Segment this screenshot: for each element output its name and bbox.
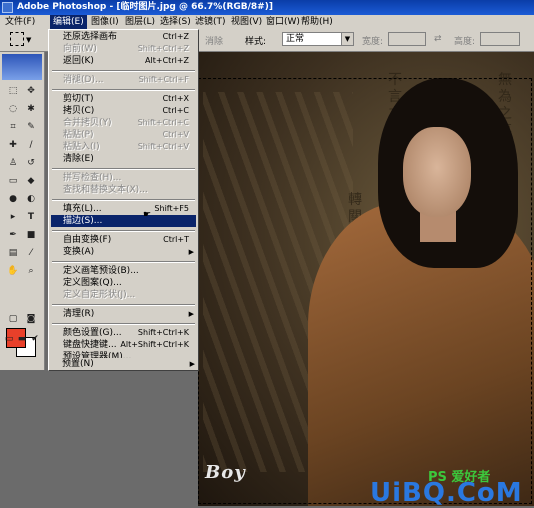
menu-bar: 文件(F) 编辑(E) 图像(I) 图层(L) 选择(S) 滤镜(T) 视图(V… — [0, 15, 534, 30]
menu-item-copy-merged[interactable]: 合并拷贝(Y) Shift+Ctrl+C — [51, 117, 196, 129]
menu-item-preferences-label: 预置(N) — [62, 359, 94, 369]
height-field[interactable] — [480, 32, 520, 46]
menu-select[interactable]: 选择(S) — [157, 15, 194, 29]
menu-item-keyboard-shortcuts[interactable]: 键盘快捷键... Alt+Shift+Ctrl+K — [51, 339, 196, 351]
photoshop-app-icon — [2, 2, 13, 13]
feather-logo[interactable] — [2, 54, 42, 80]
quickmask-standard-icon[interactable]: ▢ — [6, 312, 20, 326]
submenu-arrow-icon: ▶ — [188, 310, 194, 318]
menu-help[interactable]: 帮助(H) — [298, 15, 336, 29]
menu-item-paste[interactable]: 粘贴(P) Ctrl+V — [51, 129, 196, 141]
document-canvas[interactable]: 不言之教於 無為之事物 轉關 — [198, 52, 534, 506]
menu-item-define-shape[interactable]: 定义自定形状(J)... — [51, 289, 196, 301]
screen-mode-full-menu-icon[interactable]: ▬ — [15, 332, 29, 346]
menu-item-fill[interactable]: 填充(L)... Shift+F5 — [51, 203, 196, 215]
crop-icon[interactable]: ⌗ — [6, 120, 20, 134]
swap-icon[interactable]: ⇄ — [434, 34, 442, 44]
width-field[interactable] — [388, 32, 426, 46]
boy-watermark: Boy — [205, 462, 246, 483]
move-icon[interactable]: ✥ — [24, 84, 38, 98]
slice-icon[interactable]: ✎ — [24, 120, 38, 134]
eyedropper-icon[interactable]: ⁄ — [24, 246, 38, 260]
lasso-icon[interactable]: ◌ — [6, 102, 20, 116]
submenu-arrow-icon: ▶ — [188, 248, 194, 256]
menu-separator — [52, 261, 195, 263]
type-icon[interactable]: T — [24, 210, 38, 224]
menu-item-clear[interactable]: 清除(E) — [51, 153, 196, 165]
menu-item-step-forward[interactable]: 向前(W) Shift+Ctrl+Z — [51, 43, 196, 55]
menu-item-copy[interactable]: 拷贝(C) Ctrl+C — [51, 105, 196, 117]
menu-item-stroke[interactable]: 描边(S)... — [51, 215, 196, 227]
eraser-icon[interactable]: ▭ — [6, 174, 20, 188]
menu-item-transform[interactable]: 变换(A) ▶ — [51, 246, 196, 258]
menu-item-fade[interactable]: 消褪(D)... Shift+Ctrl+F — [51, 74, 196, 86]
marquee-tool-icon[interactable] — [10, 32, 24, 46]
dodge-icon[interactable]: ◐ — [24, 192, 38, 206]
menu-file[interactable]: 文件(F) — [2, 15, 38, 29]
quickmask-mode-icon[interactable]: ◙ — [24, 312, 38, 326]
menu-layer[interactable]: 图层(L) — [122, 15, 158, 29]
menu-item-find-replace[interactable]: 查找和替换文本(X)... — [51, 184, 196, 196]
marquee-icon[interactable]: ⬚ — [6, 84, 20, 98]
screen-mode-standard-icon[interactable]: ▭ — [2, 332, 16, 346]
menu-filter[interactable]: 滤镜(T) — [192, 15, 229, 29]
style-select-value: 正常 — [286, 34, 305, 44]
edit-menu: 还原选择画布 Ctrl+Z 向前(W) Shift+Ctrl+Z 返回(K) Alt+… — [48, 29, 199, 371]
menu-item-free-transform[interactable]: 自由变换(F) Ctrl+T — [51, 234, 196, 246]
clone-stamp-icon[interactable]: ♙ — [6, 156, 20, 170]
menu-separator — [52, 70, 195, 72]
blur-icon[interactable]: ● — [6, 192, 20, 206]
brush-icon[interactable]: ∕ — [24, 138, 38, 152]
menu-window[interactable]: 窗口(W) — [263, 15, 303, 29]
menu-image[interactable]: 图像(I) — [88, 15, 122, 29]
menu-edit[interactable]: 编辑(E) — [50, 15, 87, 29]
hand-icon[interactable]: ✋ — [6, 264, 20, 278]
paint-bucket-icon[interactable]: ◆ — [24, 174, 38, 188]
menu-item-spell-check[interactable]: 拼写检查(H)... — [51, 172, 196, 184]
menu-separator — [52, 230, 195, 232]
menu-item-step-backward[interactable]: 返回(K) Alt+Ctrl+Z — [51, 55, 196, 67]
menu-separator — [52, 89, 195, 91]
menu-item-undo[interactable]: 还原选择画布 Ctrl+Z — [51, 31, 196, 43]
tool-preset-chevron-icon[interactable]: ▼ — [26, 36, 31, 44]
history-brush-icon[interactable]: ↺ — [24, 156, 38, 170]
menu-item-define-brush[interactable]: 定义画笔预设(B)... — [51, 265, 196, 277]
zoom-icon[interactable]: ⌕ — [24, 264, 38, 278]
shape-icon[interactable]: ■ — [24, 228, 38, 242]
window-title: Adobe Photoshop - [临时图片.jpg @ 66.7%(RGB/… — [17, 2, 273, 12]
height-label: 高度: — [454, 37, 476, 47]
menu-item-define-pattern[interactable]: 定义图案(Q)... — [51, 277, 196, 289]
hand-cursor-icon: ☛ — [143, 210, 152, 220]
style-select[interactable]: 正常 ▼ — [282, 32, 354, 46]
menu-item-cut[interactable]: 剪切(T) Ctrl+X — [51, 93, 196, 105]
menu-separator — [52, 323, 195, 325]
magic-wand-icon[interactable]: ✱ — [24, 102, 38, 116]
selection-marquee — [198, 78, 532, 504]
menu-item-color-settings[interactable]: 颜色设置(G)... Shift+Ctrl+K — [51, 327, 196, 339]
menu-item-purge[interactable]: 清理(R) ▶ — [51, 308, 196, 320]
uibq-watermark: UiBQ.CoM — [370, 478, 523, 508]
menu-view[interactable]: 视图(V) — [228, 15, 265, 29]
path-selection-icon[interactable]: ▸ — [6, 210, 20, 224]
chevron-down-icon: ▼ — [341, 33, 353, 45]
menu-item-paste-into[interactable]: 粘贴入(I) Shift+Ctrl+V — [51, 141, 196, 153]
title-bar: Adobe Photoshop - [临时图片.jpg @ 66.7%(RGB/… — [0, 0, 534, 15]
width-label: 宽度: — [362, 37, 384, 47]
toolbox: ⬚ ✥ ◌ ✱ ⌗ ✎ ✚ ∕ ♙ ↺ ▭ ◆ ● ◐ ▸ T ✒ ■ ▤ ⁄ … — [0, 52, 45, 370]
notes-icon[interactable]: ▤ — [6, 246, 20, 260]
jump-to-imageready-icon[interactable]: ✔ — [28, 332, 42, 346]
menu-item-preferences[interactable]: 预置(N) ▶ — [50, 358, 197, 370]
menu-separator — [52, 199, 195, 201]
healing-brush-icon[interactable]: ✚ — [6, 138, 20, 152]
submenu-arrow-icon: ▶ — [189, 360, 195, 368]
menu-separator — [52, 168, 195, 170]
style-label: 样式: — [245, 37, 267, 47]
pen-icon[interactable]: ✒ — [6, 228, 20, 242]
antialias-label: 消除 — [205, 37, 224, 47]
menu-separator — [52, 304, 195, 306]
